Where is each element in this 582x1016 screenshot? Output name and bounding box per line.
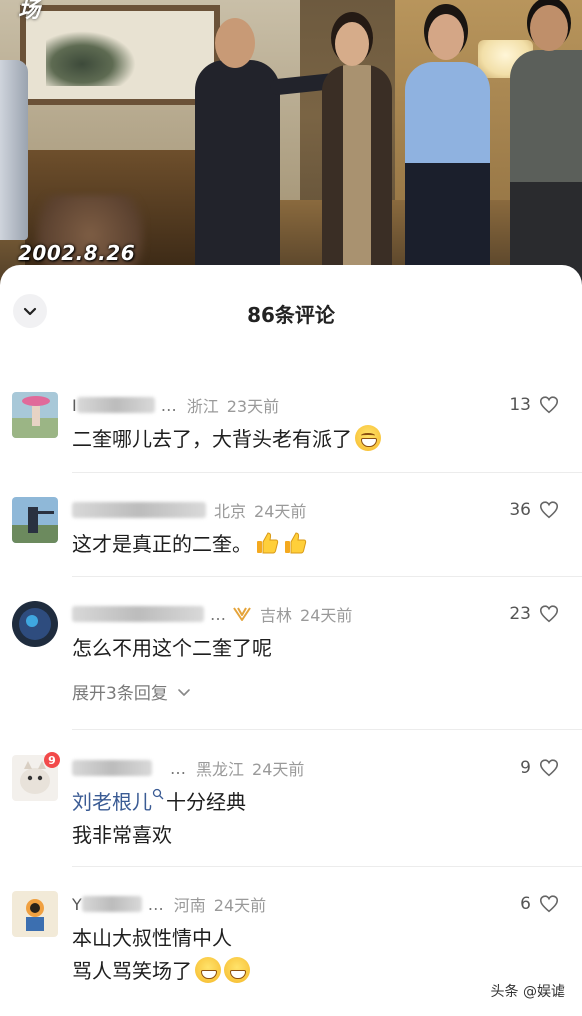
heart-outline-icon — [539, 895, 559, 913]
heart-outline-icon — [539, 396, 559, 414]
comment-text-line: 我非常喜欢 — [72, 823, 172, 847]
video-frame[interactable]: 场 2002.8.26 — [0, 0, 582, 290]
video-person-woman — [322, 65, 392, 280]
notification-badge: 9 — [44, 752, 60, 768]
divider — [72, 576, 582, 577]
comment-time: 23天前 — [226, 397, 280, 416]
divider — [72, 729, 582, 730]
comment-region: 吉林 — [260, 606, 293, 625]
comment-meta: 北京 24天前 — [72, 497, 306, 523]
source-watermark: 头条 @娱谑 — [487, 980, 568, 1002]
grin-emoji-icon — [355, 425, 381, 451]
laugh-emoji-icon — [195, 957, 221, 983]
comment-text-line: 骂人骂笑场了 — [72, 955, 250, 987]
comments-count-title: 86条评论 — [247, 303, 335, 327]
video-person-head — [530, 5, 568, 51]
blurred-name — [76, 397, 155, 413]
comment-text: 本山大叔性情中人 — [72, 926, 232, 950]
comment-time: 24天前 — [213, 896, 267, 915]
blurred-name — [72, 502, 206, 518]
heart-outline-icon — [539, 759, 559, 777]
video-painting — [20, 5, 220, 105]
expand-replies-label: 展开3条回复 — [72, 684, 168, 704]
like-button[interactable]: 23 — [509, 601, 560, 627]
comment-region: 河南 — [173, 896, 206, 915]
vip-badge-icon — [233, 607, 251, 621]
like-button[interactable]: 6 — [520, 891, 560, 917]
divider — [72, 866, 582, 867]
like-count: 6 — [520, 894, 531, 914]
comment-time: 24天前 — [300, 606, 353, 625]
comment-time: 24天前 — [252, 760, 305, 779]
laugh-emoji-icon — [224, 957, 250, 983]
chevron-down-icon — [178, 688, 190, 696]
commenter-name[interactable]: Y — [72, 895, 82, 914]
like-count: 9 — [520, 758, 531, 778]
comment-region: 黑龙江 — [196, 760, 245, 779]
thumbs-up-emoji-icon — [285, 532, 307, 554]
comment-text: 怎么不用这个二奎了呢 — [72, 636, 272, 660]
like-count: 36 — [509, 500, 531, 520]
video-person-right — [510, 50, 582, 290]
comment-text: 这才是真正的二奎。 — [72, 528, 308, 560]
like-button[interactable]: 13 — [509, 392, 560, 418]
comment-region: 北京 — [214, 502, 247, 521]
video-person-uniform — [405, 62, 490, 287]
comment-time: 24天前 — [254, 502, 307, 521]
comment-region: 浙江 — [186, 397, 219, 416]
video-person-head — [335, 22, 369, 66]
video-person-edge — [0, 60, 28, 240]
heart-outline-icon — [539, 605, 559, 623]
blurred-name — [81, 896, 142, 912]
like-button[interactable]: 9 — [520, 755, 560, 781]
thumbs-up-emoji-icon — [257, 532, 279, 554]
comments-sheet: 86条评论 I … 浙江 23天前 13 二奎哪儿去了，大背头老有派了 北京 2… — [0, 265, 582, 1016]
comment-meta: … 黑龙江 24天前 — [72, 755, 304, 781]
blurred-name — [72, 606, 204, 622]
avatar[interactable] — [12, 891, 58, 937]
video-date-stamp: 2002.8.26 — [18, 241, 136, 265]
comment-text: 刘老根儿 十分经典 — [72, 788, 246, 814]
mention-link[interactable]: 刘老根儿 — [72, 790, 152, 814]
comment-meta: … 吉林 24天前 — [72, 601, 352, 627]
like-count: 13 — [509, 395, 531, 415]
video-person-suit — [195, 60, 280, 280]
video-corner-text: 场 — [18, 0, 41, 23]
expand-replies-button[interactable]: 展开3条回复 — [72, 679, 191, 704]
comment-meta: I … 浙江 23天前 — [72, 392, 279, 418]
avatar[interactable] — [12, 601, 58, 647]
comment-text: 二奎哪儿去了，大背头老有派了 — [72, 423, 381, 455]
search-icon — [152, 788, 164, 800]
like-count: 23 — [509, 604, 531, 624]
comment-meta: Y … 河南 24天前 — [72, 891, 266, 917]
like-button[interactable]: 36 — [509, 497, 560, 523]
avatar[interactable] — [12, 497, 58, 543]
divider — [72, 472, 582, 473]
avatar[interactable] — [12, 392, 58, 438]
blurred-name — [72, 760, 152, 776]
video-person-head — [428, 14, 464, 60]
video-person-head — [215, 18, 255, 68]
heart-outline-icon — [539, 501, 559, 519]
